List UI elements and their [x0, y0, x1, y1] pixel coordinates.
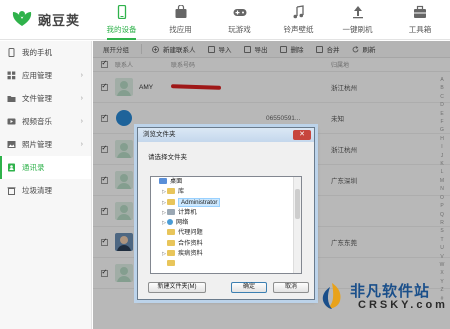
sidebar-item-label: 文件管理: [22, 94, 52, 103]
apps-grid-icon: [7, 71, 16, 80]
tree-item-label: 桌面: [170, 178, 183, 185]
nav-label: 我的设备: [106, 25, 137, 34]
nav-label: 玩游戏: [228, 25, 251, 34]
folder-tree[interactable]: 桌面 ▷ 库 ▷ Administrator ▷ 计算机 ▷ 网络 代理问题 合作资料 ▷ 疾病资料: [150, 176, 302, 274]
nav-label: 一键刷机: [342, 25, 373, 34]
dialog-prompt: 请选择文件夹: [148, 154, 187, 161]
tree-item[interactable]: ▷ 库: [151, 187, 301, 197]
video-icon: [7, 118, 16, 125]
nav-one-click-flash[interactable]: 一键刷机: [328, 0, 387, 40]
nav-play-games[interactable]: 玩游戏: [210, 0, 269, 40]
folder-icon: [167, 229, 175, 236]
brand-name: 豌豆荚: [38, 13, 81, 28]
tree-item[interactable]: 合作资料: [151, 239, 301, 249]
sidebar-item-app-management[interactable]: 应用管理 ›: [0, 64, 91, 87]
main-nav: 我的设备 找应用 玩游戏 铃声壁纸 一键刷机: [92, 0, 387, 40]
folder-icon: [167, 219, 173, 226]
folder-icon: [167, 198, 175, 205]
tree-item-label: Administrator: [178, 197, 221, 207]
toolbox-icon: [414, 5, 426, 18]
folder-icon: [159, 178, 167, 184]
chevron-right-icon: ›: [80, 141, 83, 148]
new-folder-button[interactable]: 新建文件夹(M): [148, 282, 206, 293]
tree-item-label: 合作资料: [178, 239, 203, 247]
sidebar-item-contacts[interactable]: 通讯录: [0, 156, 91, 179]
cancel-button[interactable]: 取消: [273, 282, 309, 293]
nav-find-apps[interactable]: 找应用: [151, 0, 210, 40]
tree-item-label: 网络: [176, 219, 189, 227]
tree-scrollbar[interactable]: [293, 177, 301, 273]
flash-upload-icon: [353, 6, 363, 19]
phone-icon: [117, 5, 127, 19]
sidebar-item-label: 照片管理: [22, 140, 52, 149]
contacts-icon: [8, 163, 15, 172]
sidebar-item-label: 通讯录: [22, 163, 45, 172]
crsky-watermark: 非凡软件站 CRSKY.com: [318, 275, 448, 325]
music-note-icon: [293, 5, 304, 19]
close-icon[interactable]: ✕: [293, 130, 311, 140]
chevron-right-icon: ›: [80, 95, 83, 102]
sidebar-item-label: 应用管理: [22, 71, 52, 80]
sidebar-item-photo-management[interactable]: 照片管理 ›: [0, 133, 91, 156]
folder-icon: [7, 96, 16, 102]
folder-icon: [167, 260, 175, 267]
sidebar-item-junk-cleanup[interactable]: 垃圾清理: [0, 179, 91, 202]
chevron-right-icon: ›: [80, 118, 83, 125]
ok-button[interactable]: 确定: [231, 282, 267, 293]
tree-item[interactable]: 代理问题: [151, 228, 301, 238]
tree-item[interactable]: ▷ 疾病资料: [151, 249, 301, 259]
phone-icon: [8, 48, 15, 57]
sidebar-item-label: 垃圾清理: [22, 186, 52, 195]
nav-label: 铃声壁纸: [283, 25, 314, 34]
tree-item[interactable]: ▷ Administrator: [151, 197, 301, 208]
dialog-title: 浏览文件夹: [143, 131, 176, 138]
nav-ringtones-wallpapers[interactable]: 铃声壁纸: [269, 0, 328, 40]
tree-item-label: 计算机: [178, 208, 197, 216]
nav-label: 工具箱: [408, 25, 432, 34]
nav-toolbox[interactable]: 工具箱: [395, 0, 445, 40]
folder-icon: [167, 250, 175, 257]
folder-icon: [167, 188, 175, 195]
tree-item[interactable]: ▷ 网络: [151, 218, 301, 228]
folder-icon: [167, 239, 175, 246]
folder-icon: [167, 208, 175, 215]
nav-my-device[interactable]: 我的设备: [92, 0, 151, 40]
tree-item[interactable]: 桌面: [151, 177, 301, 187]
wandoujia-logo-icon: [12, 11, 32, 26]
dialog-title-bar: 浏览文件夹 ✕: [138, 128, 314, 142]
sidebar-item-video-music[interactable]: 视频音乐 ›: [0, 110, 91, 133]
tree-item-label: 疾病资料: [178, 250, 203, 258]
sidebar-item-my-phone[interactable]: 我的手机: [0, 41, 91, 64]
tree-item[interactable]: ▷ 计算机: [151, 208, 301, 218]
top-bar: 豌豆荚 我的设备 找应用 玩游戏 铃声壁纸 一键刷机 工具箱: [0, 0, 450, 40]
nav-label: 找应用: [169, 25, 192, 34]
watermark-cn: 非凡软件站: [350, 283, 431, 300]
bag-icon: [175, 5, 187, 18]
scrollbar-thumb[interactable]: [295, 189, 300, 219]
tree-item[interactable]: [151, 259, 301, 269]
sidebar-item-file-management[interactable]: 文件管理 ›: [0, 87, 91, 110]
trash-icon: [7, 187, 16, 195]
sidebar-item-label: 视频音乐: [22, 117, 52, 126]
crsky-logo-icon: [322, 283, 341, 309]
gamepad-icon: [233, 9, 247, 16]
sidebar-item-label: 我的手机: [22, 48, 52, 57]
photo-icon: [7, 141, 16, 148]
tree-item-label: 代理问题: [178, 229, 203, 237]
chevron-right-icon: ›: [80, 72, 83, 79]
watermark-en: CRSKY.com: [358, 299, 448, 311]
browse-folder-dialog: 浏览文件夹 ✕ 请选择文件夹 桌面 ▷ 库 ▷ Administrator ▷ 计算机 ▷ 网络…: [137, 127, 315, 300]
sidebar: 我的手机 应用管理 › 文件管理 › 视频音乐 › 照片管理 › 通讯录 垃圾清…: [0, 41, 92, 329]
expand-arrow-icon[interactable]: ▷: [161, 218, 167, 228]
tree-item-label: 库: [178, 188, 185, 196]
